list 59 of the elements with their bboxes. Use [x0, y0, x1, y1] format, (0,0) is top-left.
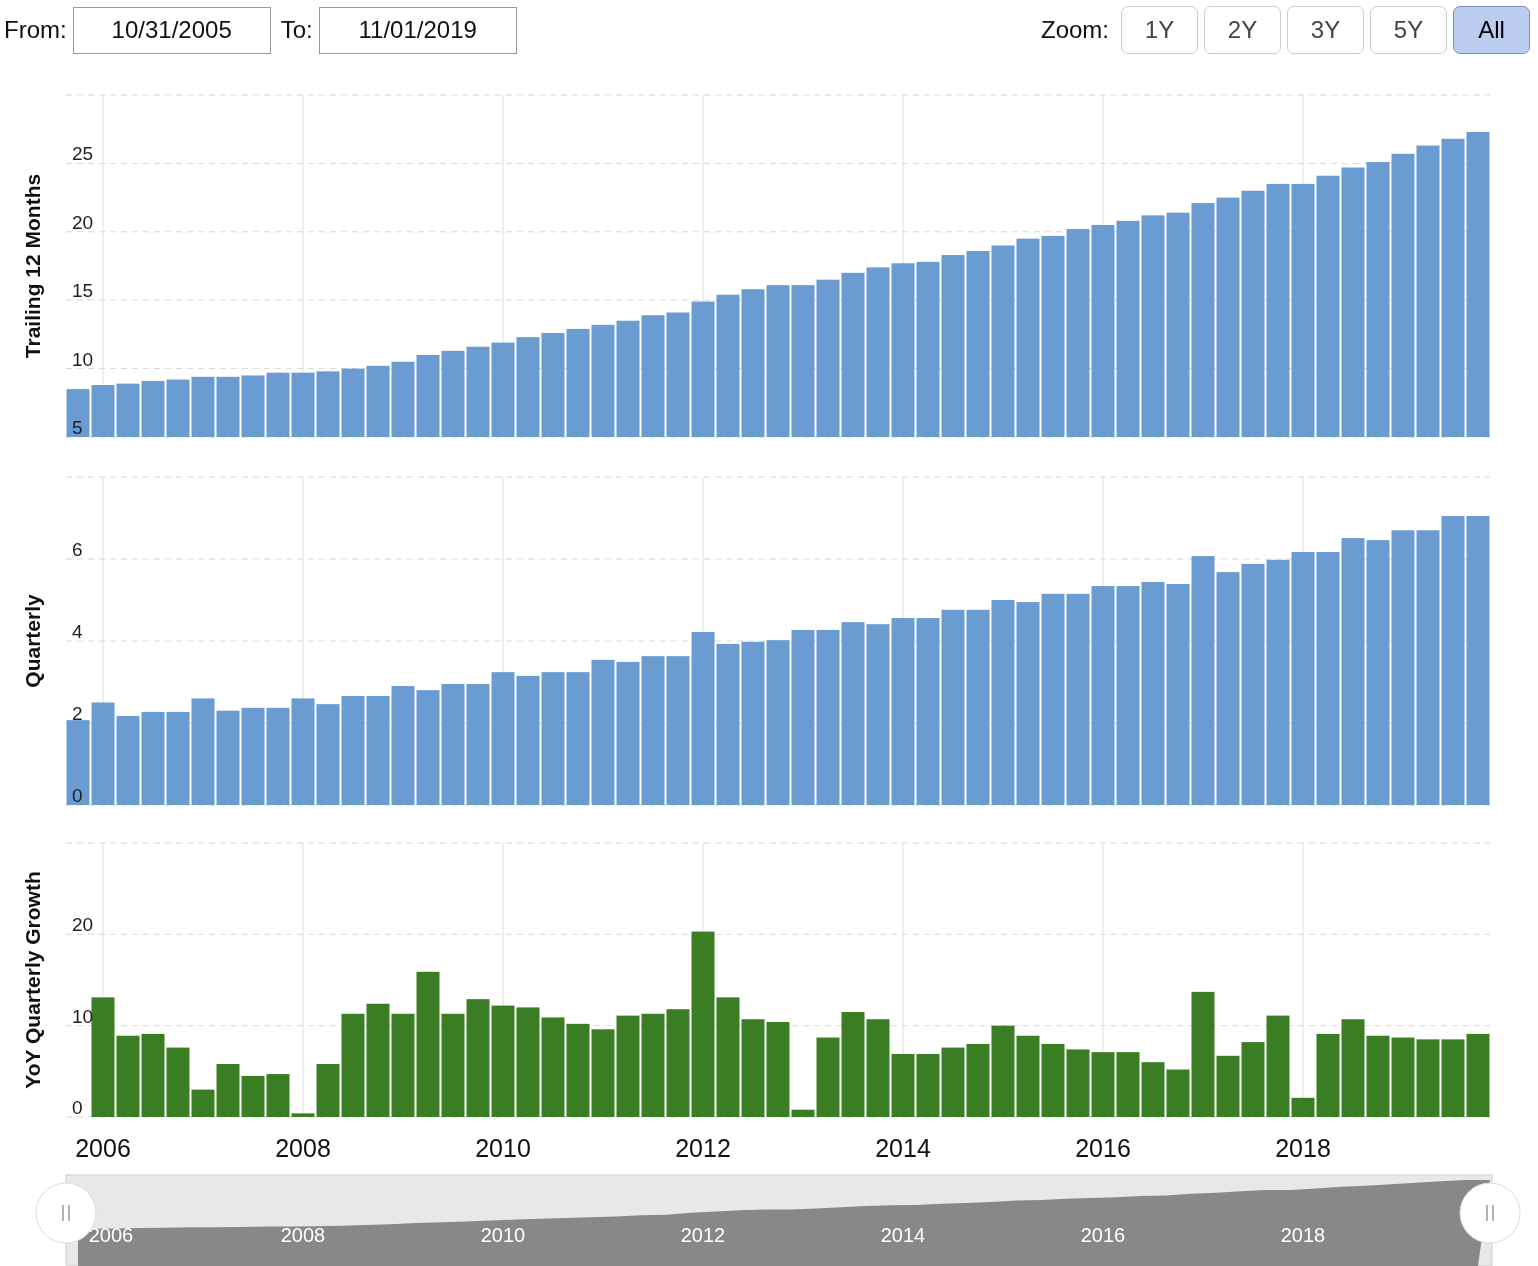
to-label: To: — [280, 15, 313, 45]
from-label: From: — [4, 15, 67, 45]
from-date-field[interactable]: 10/31/2005 — [72, 6, 271, 54]
zoom-button[interactable]: 3Y — [1287, 6, 1364, 54]
axis-tick-label: 5 — [72, 417, 83, 438]
navigator-year-label: 2012 — [680, 1224, 726, 1246]
bar — [241, 375, 265, 437]
bar — [116, 383, 140, 437]
axis-tick-label: 10 — [72, 348, 94, 370]
bar — [316, 371, 340, 437]
zoom-button[interactable]: 1Y — [1121, 6, 1198, 54]
bar — [216, 376, 240, 437]
axis-tick-label: 20 — [72, 914, 94, 936]
axis-tick-label: 2016 — [1075, 1134, 1131, 1162]
bar — [241, 1075, 265, 1117]
to-date-field[interactable]: 11/01/2019 — [318, 6, 517, 54]
axis-title: Trailing 12 Months — [21, 173, 44, 359]
bar — [191, 376, 215, 437]
axis-tick-label: 20 — [72, 211, 94, 233]
bar — [291, 372, 315, 437]
zoom-button[interactable]: 2Y — [1204, 6, 1281, 54]
axis-title: YoY Quarterly Growth — [21, 871, 44, 1089]
bar — [1116, 1052, 1140, 1117]
bar — [66, 389, 90, 437]
axis-tick-label: 25 — [72, 143, 94, 165]
navigator-year-label: 2006 — [88, 1224, 134, 1246]
zoom-button[interactable]: All — [1453, 6, 1530, 54]
navigator-year-label: 2016 — [1080, 1224, 1126, 1246]
navigator-year-label: 2010 — [480, 1224, 526, 1246]
axis-title: Quarterly — [21, 594, 44, 688]
axis-tick-label: 6 — [72, 539, 83, 560]
bar — [941, 1047, 965, 1117]
zoom-button[interactable]: 5Y — [1370, 6, 1447, 54]
bar — [266, 372, 290, 437]
axis-tick-label: 2008 — [275, 1134, 331, 1162]
bar — [1066, 1049, 1090, 1117]
axis-tick-label: 0 — [72, 785, 83, 806]
bar — [1141, 1062, 1165, 1117]
bar — [91, 385, 115, 437]
axis-tick-label: 2018 — [1275, 1134, 1331, 1162]
bar — [341, 368, 365, 437]
axis-tick-label: 2014 — [875, 1134, 931, 1162]
axis-tick-label: 2012 — [675, 1134, 731, 1162]
zoom-label: Zoom: — [1041, 15, 1109, 45]
bar — [366, 365, 390, 437]
bar — [1091, 1052, 1115, 1117]
navigator-year-label: 2014 — [880, 1224, 926, 1246]
axis-tick-label: 2 — [72, 703, 83, 724]
bar — [166, 379, 190, 437]
navigator-year-label: 2018 — [1280, 1224, 1326, 1246]
drag-handle[interactable] — [1459, 1182, 1521, 1244]
bar — [141, 380, 165, 437]
axis-tick-label: 4 — [72, 621, 83, 642]
navigator-year-label: 2008 — [280, 1224, 326, 1246]
axis-tick-label: 15 — [72, 280, 94, 302]
axis-tick-label: 0 — [72, 1097, 83, 1118]
axis-tick-label: 2010 — [475, 1134, 531, 1162]
bar — [916, 1054, 940, 1117]
axis-tick-label: 2006 — [75, 1134, 131, 1162]
